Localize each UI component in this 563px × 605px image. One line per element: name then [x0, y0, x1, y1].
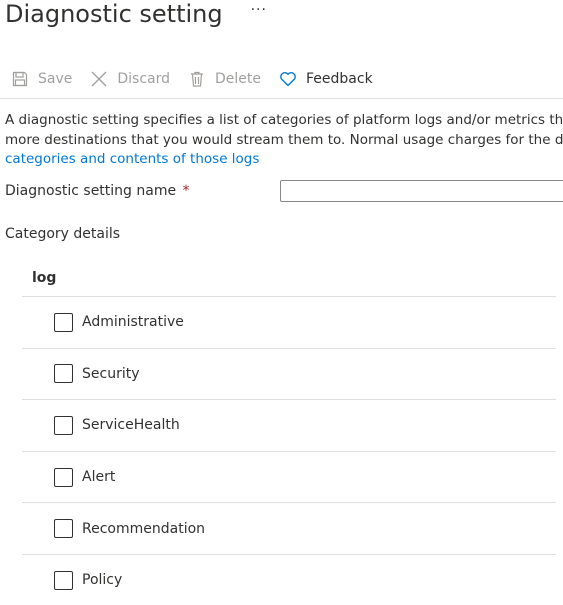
log-row-alert: Alert	[22, 450, 556, 503]
administrative-checkbox[interactable]	[54, 312, 73, 332]
log-category-label: Policy	[82, 572, 123, 589]
toolbar-divider	[0, 98, 563, 99]
log-row-recommendation: Recommendation	[22, 502, 556, 554]
log-category-label: Administrative	[82, 314, 184, 331]
security-checkbox[interactable]	[54, 364, 73, 384]
title-row: Diagnostic setting ···	[5, 0, 267, 34]
log-row-policy: Policy	[22, 553, 556, 605]
log-category-list: Administrative Security ServiceHealth Al…	[22, 296, 556, 605]
setting-name-label: Diagnostic setting name *	[5, 183, 190, 199]
recommendation-checkbox[interactable]	[54, 519, 73, 539]
alert-checkbox[interactable]	[54, 467, 73, 487]
diagnostic-setting-page: Diagnostic setting ··· Save Discard Dele…	[0, 0, 563, 605]
log-row-administrative: Administrative	[22, 296, 556, 348]
required-marker: *	[182, 183, 190, 199]
log-category-label: Security	[82, 365, 140, 382]
feedback-button[interactable]: Feedback	[279, 70, 373, 88]
save-button[interactable]: Save	[11, 70, 72, 88]
policy-checkbox[interactable]	[54, 570, 73, 590]
delete-icon	[188, 70, 206, 88]
log-category-label: Alert	[82, 469, 116, 486]
log-category-label: ServiceHealth	[82, 417, 180, 434]
feedback-label: Feedback	[306, 71, 373, 87]
description-text: A diagnostic setting specifies a list of…	[5, 111, 563, 170]
setting-name-input[interactable]	[280, 180, 563, 202]
servicehealth-checkbox[interactable]	[54, 415, 73, 435]
command-bar: Save Discard Delete Feedback	[11, 66, 391, 92]
save-label: Save	[38, 71, 73, 87]
more-options-button[interactable]: ···	[251, 2, 267, 18]
page-title: Diagnostic setting	[5, 0, 223, 28]
discard-icon	[90, 70, 108, 88]
log-row-security: Security	[22, 347, 556, 400]
setting-name-label-text: Diagnostic setting name	[5, 183, 177, 199]
delete-label: Delete	[215, 71, 262, 87]
delete-button[interactable]: Delete	[188, 70, 261, 88]
category-details-label: Category details	[5, 226, 121, 242]
heart-icon	[279, 70, 297, 88]
description-line-1: A diagnostic setting specifies a list of…	[5, 112, 563, 128]
log-category-label: Recommendation	[82, 520, 206, 537]
discard-button[interactable]: Discard	[90, 70, 170, 88]
description-line-2: more destinations that you would stream …	[5, 131, 563, 148]
save-icon	[11, 70, 29, 88]
discard-label: Discard	[117, 71, 171, 87]
log-column-header: log	[32, 270, 57, 286]
log-row-servicehealth: ServiceHealth	[22, 399, 556, 451]
learn-more-link[interactable]: categories and contents of those logs	[5, 150, 563, 170]
